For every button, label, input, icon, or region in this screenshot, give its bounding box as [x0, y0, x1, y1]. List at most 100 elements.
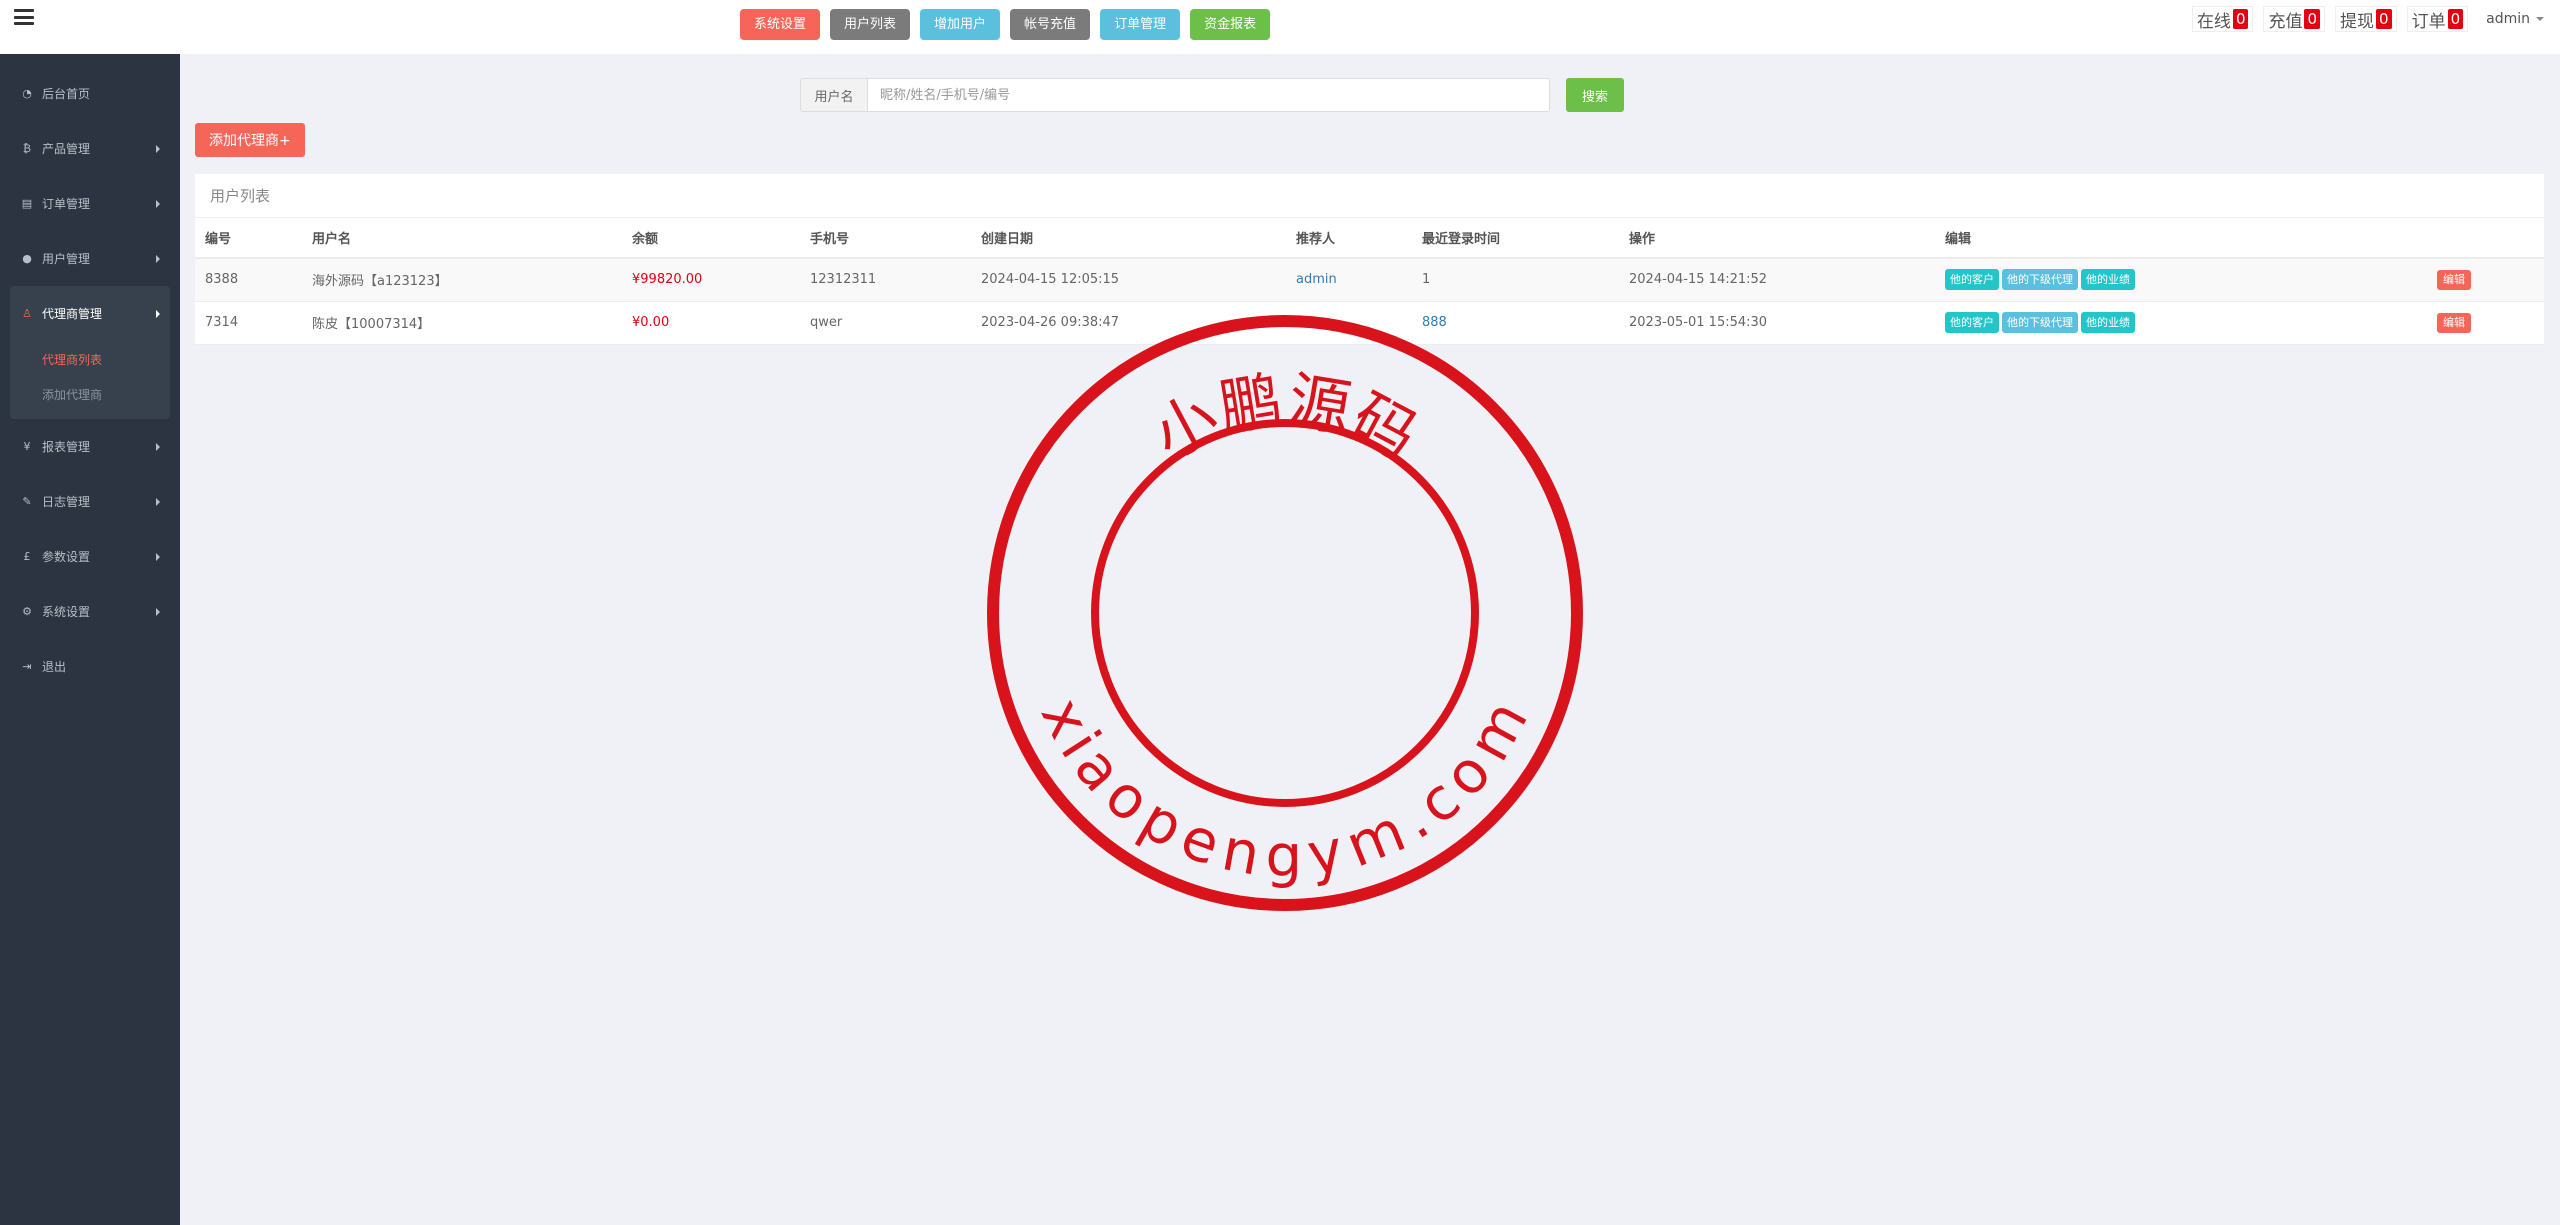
stamp-outer-ring [987, 315, 1583, 911]
order-count-badge: 0 [2447, 9, 2464, 29]
withdraw-count-badge: 0 [2376, 9, 2392, 29]
search-button[interactable]: 搜索 [1566, 78, 1625, 112]
cell-phone: qwer [800, 301, 971, 345]
caret-down-icon [2536, 17, 2544, 21]
column-header-balance: 余额 [622, 218, 800, 259]
sidebar-item-label: 产品管理 [42, 142, 91, 156]
chevron-right-icon [156, 200, 160, 208]
table-row: 7314 陈皮【10007314】 ¥0.00 qwer 2023-04-26 … [195, 301, 2544, 345]
sidebar: ◔ 后台首页 ₿ 产品管理 ▤ 订单管理 ● 用户管理 ♙ 代理商管理 代理商列表 添加代… [0, 54, 180, 1225]
chevron-right-icon [156, 608, 160, 616]
stamp-inner-ring [1091, 419, 1479, 807]
search-bar: 用户名 搜索 [800, 78, 1625, 112]
quick-button-order-management[interactable]: 订单管理 [1100, 9, 1181, 40]
his-customers-button[interactable]: 他的客户 [1945, 312, 1999, 333]
cell-edit: 编辑 [2427, 301, 2544, 345]
order-counter[interactable]: 订单 0 [2406, 6, 2469, 32]
add-agent-button[interactable]: 添加代理商+ [195, 123, 305, 157]
his-sub-agents-button[interactable]: 他的下级代理 [2002, 269, 2078, 291]
sidebar-item-label: 报表管理 [42, 440, 91, 454]
sidebar-item-logout[interactable]: ⇥ 退出 [0, 639, 180, 694]
sidebar-item-label: 用户管理 [42, 252, 91, 266]
column-header-actions [2427, 218, 2544, 259]
cell-last-login: 1 [1412, 258, 1619, 302]
stamp-top-text: 小鹏源码 [1141, 363, 1429, 473]
username-label: admin [2486, 11, 2530, 27]
his-performance-button[interactable]: 他的业绩 [2081, 312, 2135, 333]
chevron-right-icon [156, 255, 160, 263]
sign-out-icon: ⇥ [22, 660, 32, 673]
sidebar-item-orders[interactable]: ▤ 订单管理 [0, 176, 180, 231]
column-header-username: 用户名 [302, 218, 622, 259]
cell-id: 7314 [195, 301, 302, 345]
quick-action-buttons: 系统设置 用户列表 增加用户 帐号充值 订单管理 资金报表 [740, 9, 1271, 40]
cell-operation: 2024-04-15 14:21:52 [1619, 258, 1935, 302]
cell-username: 海外源码【a123123】 [302, 258, 622, 302]
chevron-right-icon [156, 145, 160, 153]
sidebar-item-label: 系统设置 [42, 605, 91, 619]
user-list-panel: 用户列表 编号 用户名 余额 手机号 创建日期 推荐人 最近登录时间 操作 编辑… [195, 174, 2544, 345]
sidebar-item-dashboard[interactable]: ◔ 后台首页 [0, 66, 180, 121]
sidebar-item-products[interactable]: ₿ 产品管理 [0, 121, 180, 176]
cell-operation: 2023-05-01 15:54:30 [1619, 301, 1935, 345]
cell-balance: ¥0.00 [622, 301, 800, 345]
cell-id: 8388 [195, 258, 302, 302]
cell-phone: 12312311 [800, 258, 971, 302]
sidebar-subitem-add-agent[interactable]: 添加代理商 [10, 378, 170, 413]
his-sub-agents-button[interactable]: 他的下级代理 [2002, 312, 2078, 333]
sidebar-item-label: 日志管理 [42, 495, 91, 509]
cell-edit: 编辑 [2427, 258, 2544, 302]
sidebar-item-users[interactable]: ● 用户管理 [0, 231, 180, 286]
cell-balance: ¥99820.00 [622, 258, 800, 302]
top-navbar: 系统设置 用户列表 增加用户 帐号充值 订单管理 资金报表 在线 0 充值 0 提现… [0, 0, 2560, 54]
withdraw-label: 提现 [2340, 11, 2375, 32]
table-header-row: 编号 用户名 余额 手机号 创建日期 推荐人 最近登录时间 操作 编辑 [195, 218, 2544, 259]
edit-button[interactable]: 编辑 [2437, 269, 2471, 290]
sidebar-item-label: 参数设置 [42, 550, 91, 564]
sidebar-item-label: 后台首页 [42, 87, 91, 101]
sidebar-subitem-agent-list[interactable]: 代理商列表 [10, 343, 170, 378]
cell-referrer-link[interactable]: admin [1286, 258, 1412, 302]
column-header-phone: 手机号 [800, 218, 971, 259]
table-row: 8388 海外源码【a123123】 ¥99820.00 12312311 20… [195, 258, 2544, 302]
column-header-created: 创建日期 [971, 218, 1286, 259]
quick-button-system-settings[interactable]: 系统设置 [740, 9, 821, 40]
agent-table: 编号 用户名 余额 手机号 创建日期 推荐人 最近登录时间 操作 编辑 8388… [195, 218, 2544, 345]
online-counter[interactable]: 在线 0 [2191, 6, 2254, 32]
quick-button-fund-report[interactable]: 资金报表 [1190, 9, 1271, 40]
his-customers-button[interactable]: 他的客户 [1945, 269, 1999, 291]
cell-tags: 他的客户 他的下级代理 他的业绩 [1935, 301, 2427, 345]
his-performance-button[interactable]: 他的业绩 [2081, 269, 2135, 291]
column-header-referrer: 推荐人 [1286, 218, 1412, 259]
sidebar-item-reports[interactable]: ¥ 报表管理 [0, 419, 180, 474]
bitcoin-icon: ₿ [22, 142, 32, 155]
sidebar-item-agents[interactable]: ♙ 代理商管理 [10, 286, 170, 341]
sidebar-item-system-settings[interactable]: ⚙ 系统设置 [0, 584, 180, 639]
ticket-icon: ✎ [22, 495, 32, 508]
cell-last-login[interactable]: 888 [1412, 301, 1619, 345]
sidebar-item-parameters[interactable]: £ 参数设置 [0, 529, 180, 584]
cell-tags: 他的客户 他的下级代理 他的业绩 [1935, 258, 2427, 302]
status-counters: 在线 0 充值 0 提现 0 订单 0 admin [2191, 6, 2544, 32]
copy-icon: ▤ [21, 197, 33, 210]
edit-button[interactable]: 编辑 [2437, 312, 2471, 333]
column-header-last-login: 最近登录时间 [1412, 218, 1619, 259]
cell-referrer-link[interactable] [1286, 301, 1412, 345]
chevron-right-icon [156, 498, 160, 506]
quick-button-account-recharge[interactable]: 帐号充值 [1010, 9, 1091, 40]
sidebar-item-logs[interactable]: ✎ 日志管理 [0, 474, 180, 529]
column-header-operation: 操作 [1619, 218, 1935, 259]
quick-button-add-user[interactable]: 增加用户 [920, 9, 1001, 40]
order-label: 订单 [2411, 11, 2446, 32]
dashboard-icon: ◔ [22, 87, 32, 100]
user-menu[interactable]: admin [2486, 11, 2544, 27]
cell-created: 2024-04-15 12:05:15 [971, 258, 1286, 302]
hamburger-menu-icon[interactable] [14, 9, 34, 25]
online-label: 在线 [2196, 11, 2231, 32]
chevron-right-icon [156, 310, 160, 318]
cell-username: 陈皮【10007314】 [302, 301, 622, 345]
withdraw-counter[interactable]: 提现 0 [2335, 6, 2397, 32]
recharge-counter[interactable]: 充值 0 [2263, 6, 2326, 32]
search-input[interactable] [868, 78, 1550, 112]
quick-button-user-list[interactable]: 用户列表 [830, 9, 911, 40]
